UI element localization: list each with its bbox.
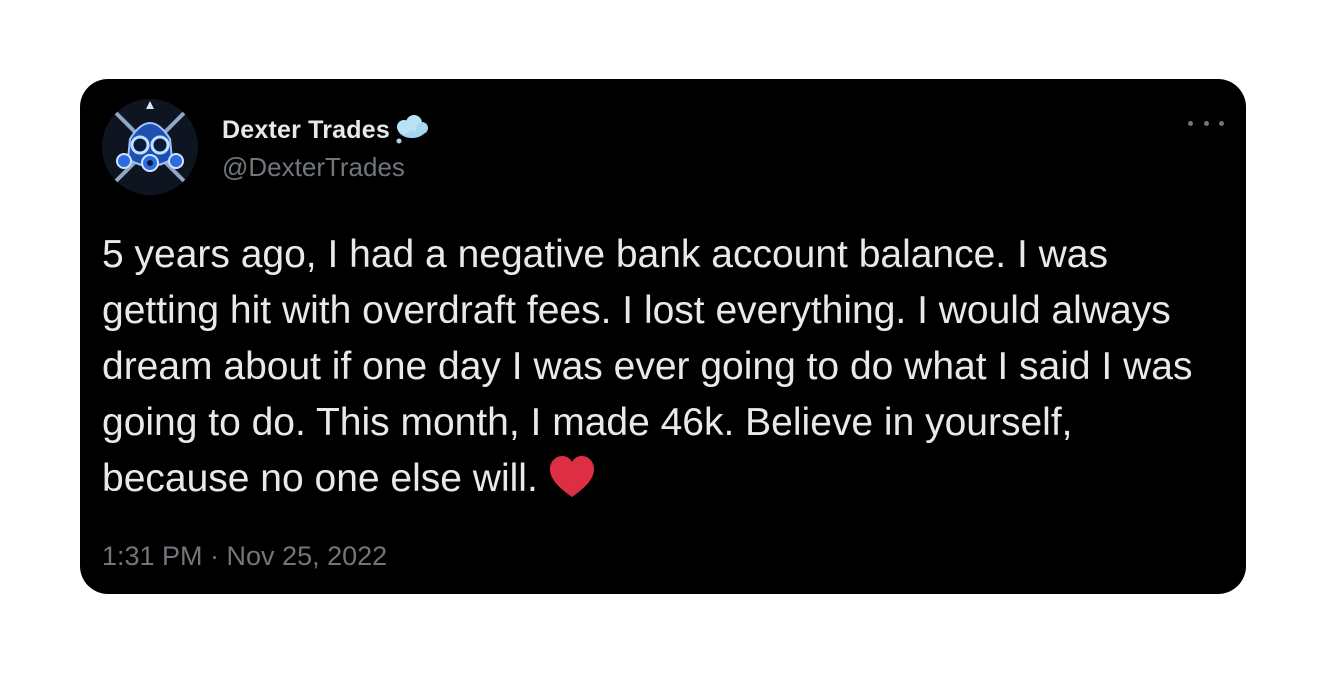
more-options-icon [1188, 120, 1193, 126]
author-info: Dexter Trades @DexterTrades [222, 112, 432, 183]
tweet-timestamp[interactable]: 1:31 PM · Nov 25, 2022 [102, 541, 387, 572]
tweet-card: Dexter Trades @DexterTrades 5 years ago,… [80, 79, 1246, 594]
avatar[interactable] [102, 99, 198, 195]
red-heart-icon [549, 456, 594, 497]
cloud-icon [396, 114, 428, 143]
display-name-row: Dexter Trades [222, 112, 432, 150]
handle[interactable]: @DexterTrades [222, 152, 432, 183]
more-options-icon-dot [1219, 120, 1224, 126]
tweet-text-container: 5 years ago, I had a negative bank accou… [102, 227, 1224, 507]
display-name[interactable]: Dexter Trades [222, 116, 390, 145]
more-options-button[interactable] [1188, 111, 1224, 135]
more-options-icon-dot [1203, 120, 1209, 126]
tweet-text: 5 years ago, I had a negative bank accou… [102, 233, 1193, 500]
gas-mask-avatar-icon [102, 99, 198, 195]
tweet-header: Dexter Trades @DexterTrades [102, 99, 432, 195]
